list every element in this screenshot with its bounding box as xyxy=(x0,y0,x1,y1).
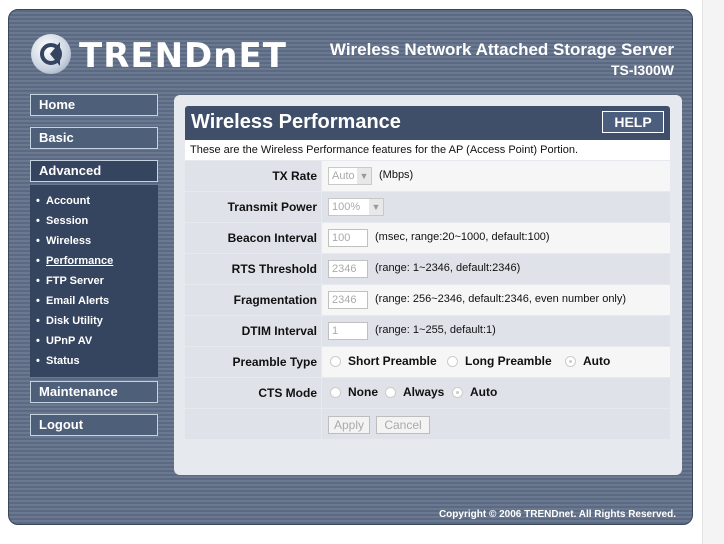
model-number: TS-I300W xyxy=(610,62,674,78)
submenu-item-email-alerts[interactable]: • Email Alerts xyxy=(30,291,158,311)
transmit-power-select[interactable]: 100% ▼ xyxy=(328,198,384,216)
rts-threshold-hint: (range: 1~2346, default:2346) xyxy=(375,262,521,274)
cts-none-label: None xyxy=(348,385,378,399)
cts-mode-row: CTS Mode None Always Auto xyxy=(185,378,670,408)
preamble-type-label: Preamble Type xyxy=(185,347,321,377)
submenu-item-wireless[interactable]: • Wireless xyxy=(30,231,158,251)
cts-auto-label: Auto xyxy=(470,385,498,399)
cancel-button[interactable]: Cancel xyxy=(376,416,430,434)
fragmentation-hint: (range: 256~2346, default:2346, even num… xyxy=(375,293,627,305)
tx-rate-row: TX Rate Auto ▼ (Mbps) xyxy=(185,161,670,191)
content-panel: Wireless Performance HELP These are the … xyxy=(174,95,682,475)
advanced-submenu: • Account • Session • Wireless • Performance… xyxy=(30,185,158,377)
beacon-interval-input[interactable]: 100 xyxy=(328,229,368,247)
nav-home-button[interactable]: Home xyxy=(30,94,158,116)
beacon-interval-row: Beacon Interval 100 (msec, range:20~1000… xyxy=(185,223,670,253)
preamble-auto-radio[interactable] xyxy=(565,356,576,367)
dtim-interval-input[interactable]: 1 xyxy=(328,322,368,340)
tx-rate-select[interactable]: Auto ▼ xyxy=(328,167,372,185)
preamble-auto-label: Auto xyxy=(583,354,611,368)
trendnet-logo-icon xyxy=(31,34,71,74)
transmit-power-label: Transmit Power xyxy=(185,192,321,222)
nav-advanced-button[interactable]: Advanced xyxy=(30,160,158,182)
main-frame: TRENDnET Wireless Network Attached Stora… xyxy=(8,9,693,525)
nav-logout-button[interactable]: Logout xyxy=(30,414,158,436)
fragmentation-row: Fragmentation 2346 (range: 256~2346, def… xyxy=(185,285,670,315)
preamble-long-label: Long Preamble xyxy=(465,354,552,368)
submenu-item-disk-utility[interactable]: • Disk Utility xyxy=(30,311,158,331)
tx-rate-unit: (Mbps) xyxy=(379,169,414,181)
rts-threshold-label: RTS Threshold xyxy=(185,254,321,284)
transmit-power-row: Transmit Power 100% ▼ xyxy=(185,192,670,222)
apply-button[interactable]: Apply xyxy=(328,416,370,434)
cts-always-radio[interactable] xyxy=(385,387,396,398)
nav-maintenance-button[interactable]: Maintenance xyxy=(30,381,158,403)
preamble-type-row: Preamble Type Short Preamble Long Preamb… xyxy=(185,347,670,377)
brand-logo: TRENDnET xyxy=(79,36,287,76)
action-row: Apply Cancel xyxy=(185,409,670,439)
rts-threshold-input[interactable]: 2346 xyxy=(328,260,368,278)
cts-auto-radio[interactable] xyxy=(452,387,463,398)
cts-always-label: Always xyxy=(403,385,445,399)
submenu-item-performance[interactable]: • Performance xyxy=(30,251,158,271)
page-description: These are the Wireless Performance featu… xyxy=(185,140,670,160)
nav-basic-button[interactable]: Basic xyxy=(30,127,158,149)
dtim-interval-row: DTIM Interval 1 (range: 1~255, default:1… xyxy=(185,316,670,346)
fragmentation-label: Fragmentation xyxy=(185,285,321,315)
preamble-short-label: Short Preamble xyxy=(348,354,437,368)
panel-header: Wireless Performance HELP xyxy=(185,106,670,140)
fragmentation-input[interactable]: 2346 xyxy=(328,291,368,309)
preamble-long-radio[interactable] xyxy=(447,356,458,367)
submenu-item-account[interactable]: • Account xyxy=(30,191,158,211)
page-title: Wireless Performance xyxy=(191,111,401,133)
preamble-short-radio[interactable] xyxy=(330,356,341,367)
submenu-item-session[interactable]: • Session xyxy=(30,211,158,231)
rts-threshold-row: RTS Threshold 2346 (range: 1~2346, defau… xyxy=(185,254,670,284)
submenu-item-status[interactable]: • Status xyxy=(30,351,158,371)
copyright-text: Copyright © 2006 TRENDnet. All Rights Re… xyxy=(438,509,676,520)
product-title: Wireless Network Attached Storage Server xyxy=(329,40,674,59)
beacon-interval-label: Beacon Interval xyxy=(185,223,321,253)
cts-none-radio[interactable] xyxy=(330,387,341,398)
vertical-scrollbar[interactable] xyxy=(702,0,724,544)
tx-rate-label: TX Rate xyxy=(185,161,321,191)
beacon-interval-hint: (msec, range:20~1000, default:100) xyxy=(375,231,550,243)
chevron-down-icon: ▼ xyxy=(357,168,371,184)
dtim-interval-hint: (range: 1~255, default:1) xyxy=(375,324,496,336)
dtim-interval-label: DTIM Interval xyxy=(185,316,321,346)
help-button[interactable]: HELP xyxy=(602,111,664,133)
cts-mode-label: CTS Mode xyxy=(185,378,321,408)
chevron-down-icon: ▼ xyxy=(369,199,383,215)
submenu-item-upnp-av[interactable]: • UPnP AV xyxy=(30,331,158,351)
submenu-item-ftp-server[interactable]: • FTP Server xyxy=(30,271,158,291)
